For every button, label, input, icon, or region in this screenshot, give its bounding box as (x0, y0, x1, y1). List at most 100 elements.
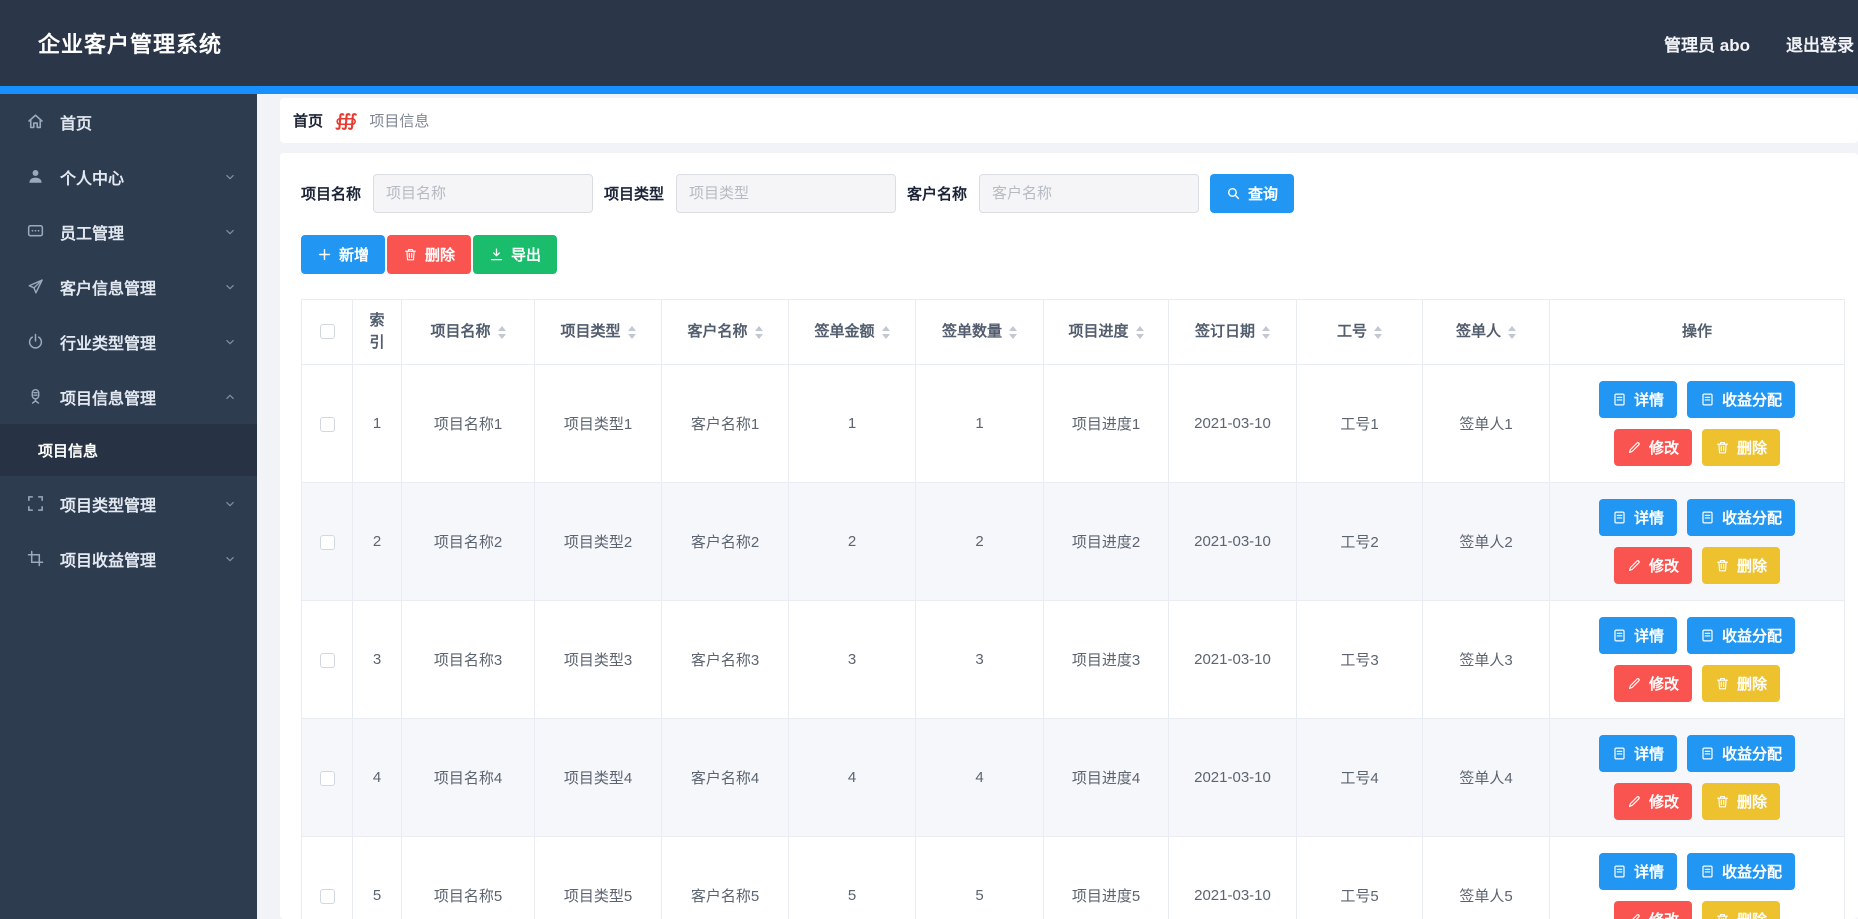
search-field-label: 客户名称 (907, 183, 967, 204)
document-icon (1612, 864, 1627, 879)
cell-progress: 项目进度5 (1044, 837, 1169, 919)
remove-button[interactable]: 删除 (1702, 665, 1780, 702)
cell-amount: 3 (789, 601, 916, 719)
pencil-icon (1627, 794, 1642, 809)
breadcrumb-home[interactable]: 首页 (293, 110, 323, 131)
remove-button[interactable]: 删除 (1702, 429, 1780, 466)
sort-icon[interactable] (1009, 326, 1017, 339)
search-field: 项目名称 (301, 174, 593, 213)
search-input[interactable] (676, 174, 896, 213)
sort-icon[interactable] (1262, 326, 1270, 339)
document-icon (1612, 628, 1627, 643)
cell-name: 项目名称4 (402, 719, 535, 837)
sort-icon[interactable] (1374, 326, 1382, 339)
sidebar-subitem[interactable]: 项目信息 (0, 424, 257, 476)
data-table: 索引项目名称项目类型客户名称签单金额签单数量项目进度签订日期工号签单人操作 1项… (301, 299, 1845, 919)
column-header: 工号 (1297, 300, 1423, 365)
cell-select (302, 483, 353, 601)
row-checkbox[interactable] (320, 535, 335, 550)
sidebar-item-industry-type[interactable]: 行业类型管理 (0, 314, 257, 369)
edit-button[interactable]: 修改 (1614, 547, 1692, 584)
detail-button[interactable]: 详情 (1599, 381, 1677, 418)
add-button[interactable]: 新增 (301, 235, 385, 274)
logout-link[interactable]: 退出登录 (1786, 31, 1854, 56)
cell-progress: 项目进度3 (1044, 601, 1169, 719)
column-header: 项目进度 (1044, 300, 1169, 365)
column-header: 索引 (353, 300, 402, 365)
row-checkbox[interactable] (320, 771, 335, 786)
sort-icon[interactable] (628, 326, 636, 339)
document-icon (1700, 628, 1715, 643)
row-checkbox[interactable] (320, 653, 335, 668)
cell-name: 项目名称2 (402, 483, 535, 601)
cell-date: 2021-03-10 (1169, 483, 1297, 601)
search-input[interactable] (979, 174, 1199, 213)
detail-button[interactable]: 详情 (1599, 617, 1677, 654)
remove-button[interactable]: 删除 (1702, 783, 1780, 820)
detail-button[interactable]: 详情 (1599, 853, 1677, 890)
chevron-down-icon (223, 225, 237, 239)
chevron-down-icon (223, 497, 237, 511)
cell-select (302, 365, 353, 483)
sidebar-item-project-info[interactable]: 项目信息管理 (0, 369, 257, 424)
cell-emp: 工号3 (1297, 601, 1423, 719)
cell-type: 项目类型3 (535, 601, 662, 719)
table-row: 1项目名称1项目类型1客户名称111项目进度12021-03-10工号1签单人1… (302, 365, 1845, 483)
trash-icon (1715, 676, 1730, 691)
edit-button[interactable]: 修改 (1614, 783, 1692, 820)
cell-signer: 签单人2 (1423, 483, 1550, 601)
cell-date: 2021-03-10 (1169, 601, 1297, 719)
table-row: 4项目名称4项目类型4客户名称444项目进度42021-03-10工号4签单人4… (302, 719, 1845, 837)
income-button[interactable]: 收益分配 (1687, 381, 1795, 418)
sort-icon[interactable] (498, 326, 506, 339)
column-header: 签订日期 (1169, 300, 1297, 365)
cell-operation: 详情收益分配修改删除 (1550, 483, 1845, 601)
current-user: 管理员 abo (1664, 31, 1750, 56)
sort-icon[interactable] (755, 326, 763, 339)
sidebar-item-profile[interactable]: 个人中心 (0, 149, 257, 204)
sidebar-item-home[interactable]: 首页 (0, 94, 257, 149)
project-icon (26, 387, 45, 406)
breadcrumb-current: 项目信息 (369, 110, 429, 131)
search-input[interactable] (373, 174, 593, 213)
cell-index: 3 (353, 601, 402, 719)
sidebar-item-label: 项目信息管理 (60, 385, 156, 409)
income-button[interactable]: 收益分配 (1687, 735, 1795, 772)
sidebar-item-project-type[interactable]: 项目类型管理 (0, 476, 257, 531)
search-button[interactable]: 查询 (1210, 174, 1294, 213)
edit-button[interactable]: 修改 (1614, 429, 1692, 466)
remove-button[interactable]: 删除 (1702, 547, 1780, 584)
app-title: 企业客户管理系统 (38, 27, 222, 59)
income-button[interactable]: 收益分配 (1687, 853, 1795, 890)
cell-select (302, 601, 353, 719)
accent-strip (0, 86, 1858, 94)
content-card: 查询 项目名称项目类型客户名称 新增 删除 导出 (280, 153, 1858, 919)
remove-button[interactable]: 删除 (1702, 901, 1780, 919)
select-all-checkbox[interactable] (320, 324, 335, 339)
sort-icon[interactable] (1508, 326, 1516, 339)
row-checkbox[interactable] (320, 417, 335, 432)
sort-icon[interactable] (882, 326, 890, 339)
document-icon (1612, 746, 1627, 761)
cell-amount: 2 (789, 483, 916, 601)
sidebar-item-staff[interactable]: 员工管理 (0, 204, 257, 259)
pencil-icon (1627, 912, 1642, 919)
cell-type: 项目类型1 (535, 365, 662, 483)
sort-icon[interactable] (1136, 326, 1144, 339)
sidebar-item-project-income[interactable]: 项目收益管理 (0, 531, 257, 586)
export-button[interactable]: 导出 (473, 235, 557, 274)
income-button[interactable]: 收益分配 (1687, 499, 1795, 536)
sidebar-item-customer-info[interactable]: 客户信息管理 (0, 259, 257, 314)
edit-button[interactable]: 修改 (1614, 665, 1692, 702)
row-checkbox[interactable] (320, 889, 335, 904)
document-icon (1700, 746, 1715, 761)
column-header: 客户名称 (662, 300, 789, 365)
edit-button[interactable]: 修改 (1614, 901, 1692, 919)
table-row: 3项目名称3项目类型3客户名称333项目进度32021-03-10工号3签单人3… (302, 601, 1845, 719)
detail-button[interactable]: 详情 (1599, 735, 1677, 772)
detail-button[interactable]: 详情 (1599, 499, 1677, 536)
cell-qty: 1 (916, 365, 1044, 483)
cell-customer: 客户名称5 (662, 837, 789, 919)
income-button[interactable]: 收益分配 (1687, 617, 1795, 654)
delete-button[interactable]: 删除 (387, 235, 471, 274)
